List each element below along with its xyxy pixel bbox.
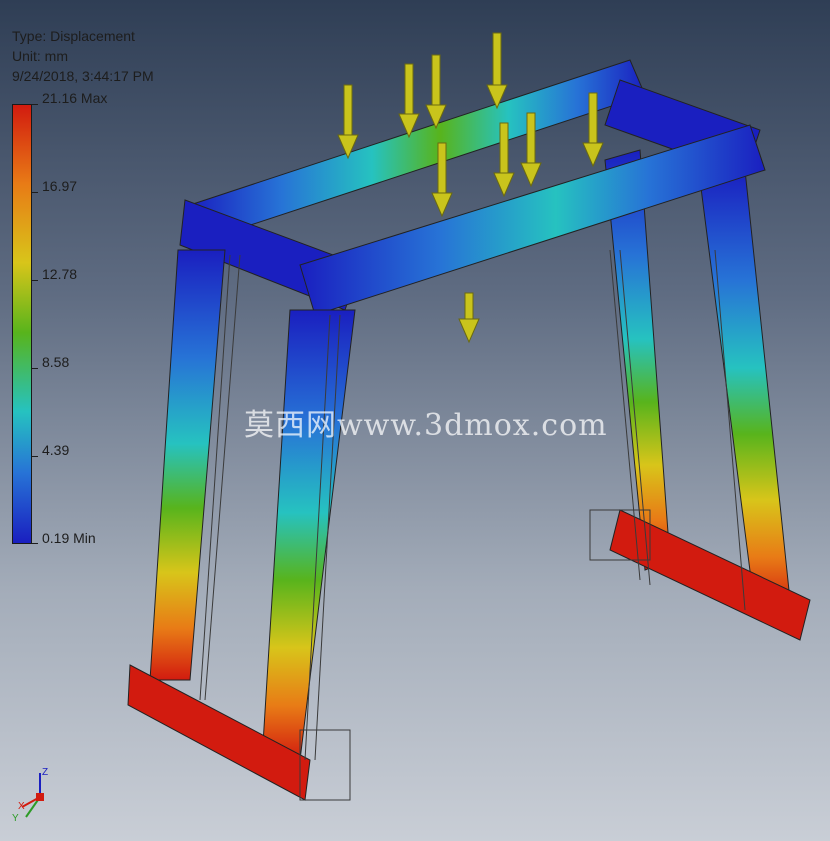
tick-mark <box>32 368 38 369</box>
tick-mark <box>32 543 38 544</box>
axis-x-label: X <box>18 801 25 812</box>
watermark-text: 莫西网www.3dmox.com <box>244 408 608 443</box>
tick-mark <box>32 104 38 105</box>
tick-mark <box>32 280 38 281</box>
axis-triad-icon[interactable]: Z X Y <box>8 765 68 825</box>
tick-label: 16.97 <box>42 178 78 194</box>
tick-label: 4.39 <box>42 442 70 458</box>
result-timestamp: 9/24/2018, 3:44:17 PM <box>12 68 154 84</box>
load-arrow <box>398 63 420 139</box>
color-scale-bar <box>12 104 32 544</box>
load-arrow <box>458 292 480 344</box>
load-arrow <box>425 54 447 130</box>
axis-z-label: Z <box>42 767 48 778</box>
load-arrow <box>486 32 508 110</box>
tick-max: 21.16 Max <box>42 90 108 106</box>
tick-mark <box>32 192 38 193</box>
tick-min: 0.19 Min <box>42 530 96 546</box>
front-left-leg-outer <box>149 249 226 681</box>
result-legend-header: Type: Displacement Unit: mm 9/24/2018, 3… <box>12 26 154 86</box>
result-type-label: Type: Displacement <box>12 28 135 44</box>
tick-label: 12.78 <box>42 266 78 282</box>
load-arrow <box>337 84 359 160</box>
tick-label: 8.58 <box>42 354 70 370</box>
tick-mark <box>32 456 38 457</box>
model-viewport[interactable]: Type: Displacement Unit: mm 9/24/2018, 3… <box>0 0 830 841</box>
result-unit-label: Unit: mm <box>12 48 68 64</box>
axis-y-label: Y <box>12 813 19 824</box>
